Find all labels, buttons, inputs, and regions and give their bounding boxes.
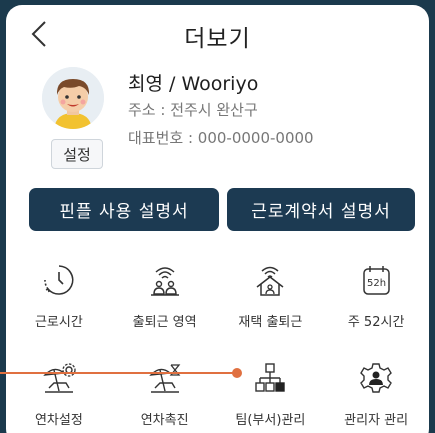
commute-area-icon bbox=[150, 267, 179, 296]
page-title: 더보기 bbox=[184, 26, 251, 52]
avatar bbox=[42, 67, 104, 129]
menu-grid: 근로시간 출퇴근 영역 재택 출퇴근 52h 주 52시간 연차설정 연차촉진 … bbox=[6, 255, 429, 433]
avatar-illustration bbox=[42, 67, 104, 129]
menu-remote-commute[interactable]: 재택 출퇴근 bbox=[218, 255, 324, 353]
annotation-pointer-dot bbox=[232, 368, 242, 378]
menu-label: 팀(부서)관리 bbox=[235, 413, 306, 428]
clock-icon bbox=[44, 265, 74, 295]
profile-name: 최영 / Wooriyo bbox=[128, 73, 259, 95]
menu-label: 재택 출퇴근 bbox=[238, 315, 303, 330]
annotation-pointer-line bbox=[0, 372, 238, 374]
org-chart-icon bbox=[255, 363, 286, 392]
menu-team-management[interactable]: 팀(부서)관리 bbox=[218, 353, 324, 433]
menu-commute-area[interactable]: 출퇴근 영역 bbox=[112, 255, 218, 353]
menu-label: 연차설정 bbox=[34, 413, 83, 428]
more-screen: 더보기 설정 최영 / Wooriyo 주소 : 전주시 완산구 대표번호 : … bbox=[6, 5, 429, 433]
profile-phone: 대표번호 : 000-0000-0000 bbox=[128, 129, 314, 147]
home-wifi-icon bbox=[256, 266, 284, 296]
menu-label: 출퇴근 영역 bbox=[132, 315, 197, 330]
menu-52-hours[interactable]: 52h 주 52시간 bbox=[323, 255, 429, 353]
header: 더보기 bbox=[6, 5, 429, 61]
profile-section: 설정 최영 / Wooriyo 주소 : 전주시 완산구 대표번호 : 000-… bbox=[6, 65, 429, 175]
menu-vacation-promotion[interactable]: 연차촉진 bbox=[112, 353, 218, 433]
menu-admin-management[interactable]: 관리자 관리 bbox=[323, 353, 429, 433]
settings-button[interactable]: 설정 bbox=[51, 139, 103, 169]
menu-label: 연차촉진 bbox=[140, 413, 189, 428]
menu-work-hours[interactable]: 근로시간 bbox=[6, 255, 112, 353]
menu-vacation-settings[interactable]: 연차설정 bbox=[6, 353, 112, 433]
vacation-promotion-icon bbox=[148, 364, 180, 393]
calendar-52h-text: 52h bbox=[367, 278, 386, 289]
vacation-settings-icon bbox=[43, 363, 76, 393]
menu-label: 주 52시간 bbox=[347, 315, 405, 330]
app-manual-button[interactable]: 핀플 사용 설명서 bbox=[29, 188, 219, 231]
contract-manual-button[interactable]: 근로계약서 설명서 bbox=[227, 188, 415, 231]
profile-address: 주소 : 전주시 완산구 bbox=[128, 101, 258, 119]
menu-label: 관리자 관리 bbox=[344, 413, 409, 428]
calendar-52h-icon: 52h bbox=[363, 266, 390, 295]
admin-gear-icon bbox=[360, 363, 393, 393]
menu-label: 근로시간 bbox=[34, 315, 83, 330]
